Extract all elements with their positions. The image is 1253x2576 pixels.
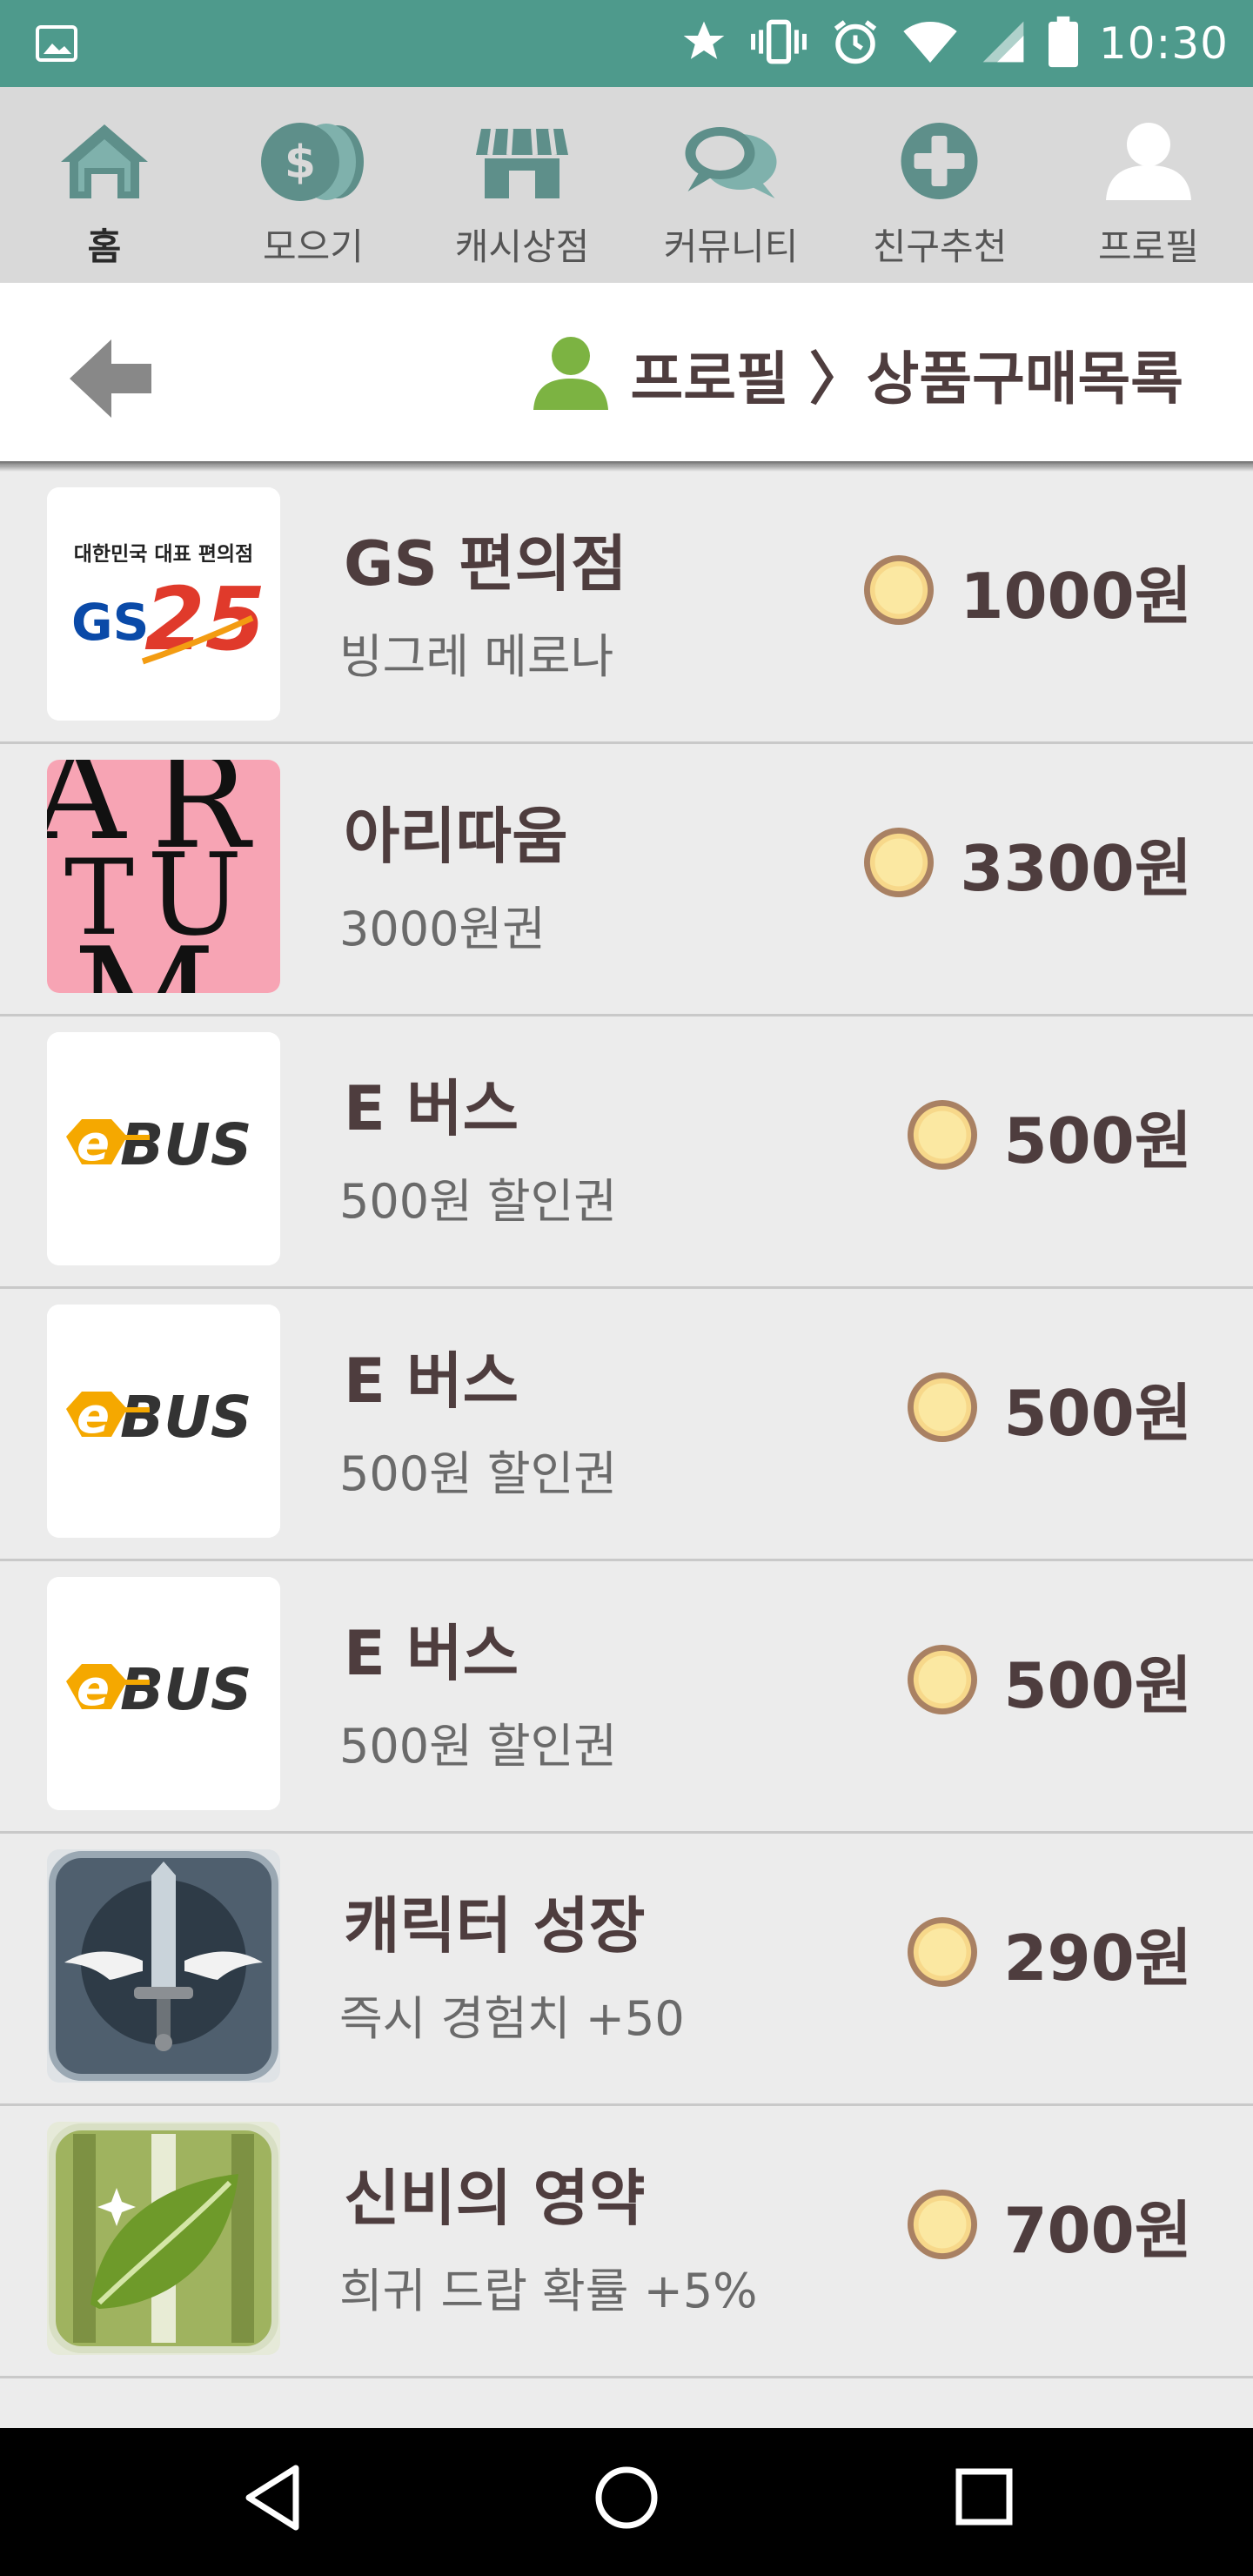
coin-icon (908, 1100, 978, 1170)
image-icon (35, 24, 78, 66)
svg-text:BUS: BUS (120, 1384, 251, 1451)
coins-icon: $ (252, 120, 374, 206)
price-amount: 500원 (1003, 1648, 1192, 1722)
list-item[interactable]: e BUS E 버스 500원 할인권 500원 (0, 1016, 1253, 1289)
leaf-icon (47, 2122, 280, 2355)
nav-item-cash-store[interactable]: 캐시상점 (418, 87, 626, 283)
price-amount: 1000원 (960, 559, 1192, 633)
item-title: 신비의 영약 (344, 2163, 646, 2234)
item-title: GS 편의점 (344, 528, 627, 600)
plus-icon (899, 120, 982, 206)
signal-icon (979, 17, 1028, 70)
price-amount: 290원 (1003, 1921, 1192, 1995)
list-item[interactable]: e BUS E 버스 500원 할인권 500원 (0, 1289, 1253, 1561)
home-icon (57, 120, 152, 206)
list-item[interactable]: e BUS E 버스 500원 할인권 500원 (0, 1561, 1253, 1834)
item-subtitle: 3000원권 (339, 902, 546, 956)
item-subtitle: 빙그레 메로나 (339, 629, 614, 684)
item-price: 500원 (908, 1365, 1192, 1450)
svg-text:e: e (77, 1388, 110, 1445)
page-title: 프로필 〉상품구매목록 (630, 345, 1183, 413)
coin-icon (908, 1917, 978, 1987)
item-price: 290원 (908, 1910, 1192, 1995)
svg-text:e: e (77, 1660, 110, 1717)
item-subtitle: 희귀 드랍 확률 +5% (339, 2264, 758, 2318)
alarm-icon (829, 16, 881, 71)
header-divider (0, 461, 1253, 472)
price-amount: 3300원 (960, 831, 1192, 905)
price-amount: 500원 (1003, 1376, 1192, 1450)
list-item[interactable]: A R T U M 아리따움 3000원권 3300원 (0, 744, 1253, 1016)
nav-label-invite: 친구추천 (872, 225, 1008, 268)
recents-square-icon[interactable] (950, 2463, 1020, 2536)
top-navigation: 홈 $ 모으기 캐시상점 커뮤니티 친구추천 프로필 (0, 87, 1253, 283)
ebus-logo: e BUS (47, 1032, 280, 1265)
wifi-icon (902, 17, 958, 70)
breadcrumb: 프로필 〉상품구매목록 (532, 337, 1183, 413)
price-amount: 500원 (1003, 1104, 1192, 1177)
nav-label-collect: 모으기 (263, 225, 364, 268)
price-amount: 700원 (1003, 2193, 1192, 2267)
coin-icon (908, 1645, 978, 1714)
coin-icon (908, 2190, 978, 2259)
system-navigation-bar (0, 2428, 1253, 2576)
item-title: 아리따움 (344, 801, 568, 872)
star-icon (680, 17, 728, 70)
svg-text:$: $ (285, 137, 316, 189)
nav-label-profile: 프로필 (1098, 225, 1199, 268)
nav-item-home[interactable]: 홈 (0, 87, 209, 283)
item-price: 1000원 (864, 548, 1192, 633)
svg-text:BUS: BUS (120, 1111, 251, 1178)
item-subtitle: 500원 할인권 (339, 1719, 617, 1774)
list-item[interactable]: 대한민국 대표 편의점 GS 25 GS 편의점 빙그레 메로나 1000원 (0, 472, 1253, 744)
list-item[interactable]: 신비의 영약 희귀 드랍 확률 +5% 700원 (0, 2106, 1253, 2378)
back-arrow-icon[interactable] (70, 339, 157, 421)
item-title: E 버스 (344, 1073, 519, 1144)
item-price: 3300원 (864, 821, 1192, 905)
nav-item-profile[interactable]: 프로필 (1044, 87, 1253, 283)
item-title: E 버스 (344, 1618, 519, 1689)
aritaum-logo: A R T U M (47, 760, 280, 993)
store-icon (474, 120, 570, 206)
status-bar: 10:30 (0, 0, 1253, 87)
person-icon (1101, 120, 1196, 206)
nav-item-collect[interactable]: $ 모으기 (209, 87, 418, 283)
item-subtitle: 500원 할인권 (339, 1174, 617, 1229)
item-title: E 버스 (344, 1345, 519, 1417)
item-subtitle: 500원 할인권 (339, 1446, 617, 1501)
gs25-logo: 대한민국 대표 편의점 GS 25 (47, 487, 280, 721)
nav-item-community[interactable]: 커뮤니티 (626, 87, 835, 283)
item-subtitle: 즉시 경험치 +50 (339, 1991, 685, 2046)
item-price: 500원 (908, 1093, 1192, 1177)
svg-text:대한민국 대표 편의점: 대한민국 대표 편의점 (74, 543, 253, 566)
item-price: 700원 (908, 2183, 1192, 2267)
nav-item-invite[interactable]: 친구추천 (835, 87, 1044, 283)
back-triangle-icon[interactable] (242, 2463, 303, 2536)
ebus-logo: e BUS (47, 1577, 280, 1810)
item-price: 500원 (908, 1638, 1192, 1722)
coin-icon (908, 1372, 978, 1442)
svg-text:GS: GS (71, 593, 149, 652)
coin-icon (864, 828, 935, 897)
winged-sword-icon (47, 1849, 280, 2083)
profile-person-icon (532, 335, 610, 413)
clock-time: 10:30 (1098, 18, 1229, 69)
page-header: 프로필 〉상품구매목록 (0, 283, 1253, 466)
nav-label-cash-store: 캐시상점 (454, 225, 590, 268)
coin-icon (864, 555, 935, 625)
svg-text:e: e (77, 1116, 110, 1172)
vibrate-icon (749, 17, 808, 70)
item-title: 캐릭터 성장 (344, 1890, 646, 1962)
home-circle-icon[interactable] (592, 2463, 661, 2536)
nav-label-home: 홈 (87, 225, 122, 268)
svg-text:BUS: BUS (120, 1656, 251, 1723)
nav-label-community: 커뮤니티 (663, 225, 799, 268)
chat-icon (681, 120, 781, 206)
battery-icon (1048, 16, 1078, 71)
list-item[interactable]: 캐릭터 성장 즉시 경험치 +50 290원 (0, 1834, 1253, 2106)
purchase-list: 대한민국 대표 편의점 GS 25 GS 편의점 빙그레 메로나 1000원 A… (0, 472, 1253, 2378)
ebus-logo: e BUS (47, 1305, 280, 1538)
svg-text:M: M (73, 917, 216, 993)
